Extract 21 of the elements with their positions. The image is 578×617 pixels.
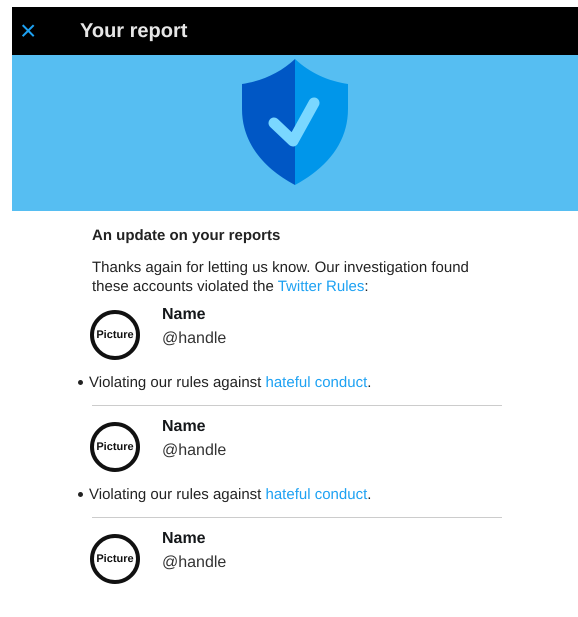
avatar: Picture: [90, 310, 140, 360]
window-title: Your report: [80, 20, 188, 42]
bullet-icon: [78, 380, 83, 385]
account-name: Name: [162, 530, 207, 548]
section-heading: An update on your reports: [92, 227, 282, 244]
violation-text: Violating our rules against hateful conduct.: [89, 486, 372, 503]
account-handle: @handle: [162, 442, 226, 460]
violation-text: Violating our rules against hateful conduct.: [89, 374, 372, 391]
rules-link[interactable]: Twitter Rules: [278, 278, 364, 295]
policy-link[interactable]: hateful conduct: [266, 486, 368, 503]
shield-check-icon: [240, 59, 350, 185]
account-handle: @handle: [162, 554, 226, 572]
account-name: Name: [162, 418, 207, 436]
avatar: Picture: [90, 534, 140, 584]
bullet-icon: [78, 492, 83, 497]
intro-text: Thanks again for letting us know. Our investigation found these accounts violated the Twitter Rules:: [92, 258, 470, 296]
account-handle: @handle: [162, 330, 226, 348]
avatar: Picture: [90, 422, 140, 472]
account-name: Name: [162, 306, 207, 324]
policy-link[interactable]: hateful conduct: [266, 374, 368, 391]
close-button[interactable]: ×: [20, 17, 56, 45]
